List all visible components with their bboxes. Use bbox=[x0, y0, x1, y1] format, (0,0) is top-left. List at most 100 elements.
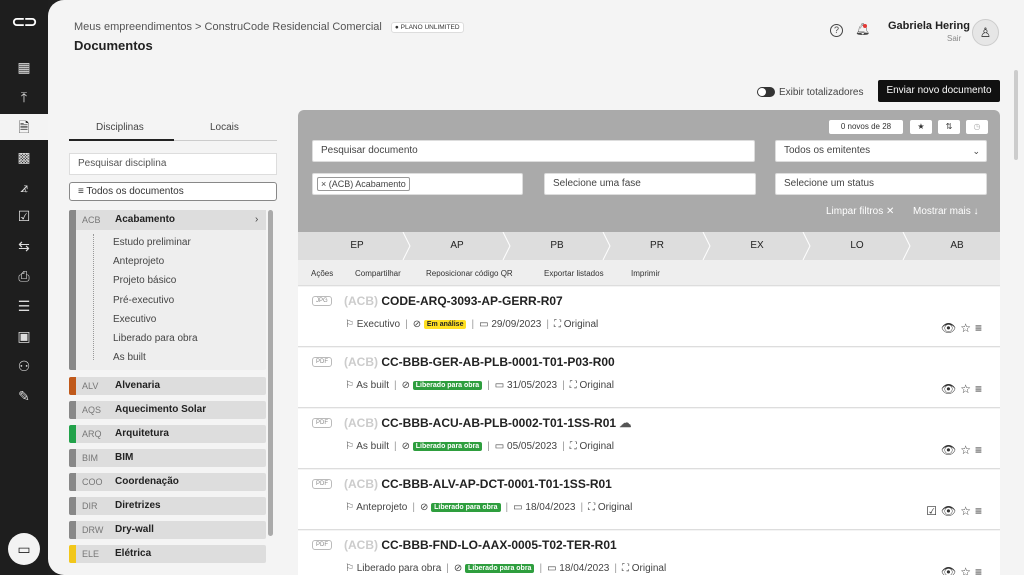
eye-icon[interactable]: 👁︎ bbox=[941, 565, 960, 575]
discipline-item[interactable]: DIR Diretrizes bbox=[69, 497, 266, 515]
clipboard-icon[interactable]: ☑ bbox=[926, 504, 941, 518]
version-icon: ⛶ bbox=[621, 563, 629, 574]
discipline-color bbox=[69, 449, 76, 467]
document-row[interactable]: PDF (ACB) CC-BBB-ALV-AP-DCT-0001-T01-1SS… bbox=[298, 470, 1000, 530]
phase-item[interactable]: As built bbox=[113, 352, 146, 363]
phase-item[interactable]: Estudo preliminar bbox=[113, 237, 191, 248]
document-code[interactable]: CC-BBB-FND-LO-AAX-0005-T02-TER-R01 bbox=[381, 538, 616, 552]
version-icon: ⛶ bbox=[588, 502, 596, 513]
logo-icon[interactable]: ⊂⊃ bbox=[10, 14, 38, 32]
share-button[interactable]: Compartilhar bbox=[355, 269, 401, 278]
star-icon[interactable]: ☆ bbox=[960, 382, 975, 396]
star-filter-icon[interactable]: ★ bbox=[910, 120, 932, 134]
menu-icon[interactable]: ≡ bbox=[975, 321, 986, 335]
discipline-item[interactable]: DRW Dry-wall bbox=[69, 521, 266, 539]
tab-active-indicator bbox=[69, 139, 174, 141]
menu-icon[interactable]: ≡ bbox=[975, 443, 986, 457]
calendar-small-icon: ▭ bbox=[494, 380, 505, 391]
pencil-icon[interactable]: ✎ bbox=[13, 386, 35, 406]
sort-icon[interactable]: ⇅ bbox=[938, 120, 960, 134]
export-button[interactable]: Exportar listados bbox=[544, 269, 604, 278]
actions-menu[interactable]: Ações bbox=[311, 269, 333, 278]
list-icon[interactable]: ☰ bbox=[13, 296, 35, 316]
discipline-code: ARQ bbox=[82, 429, 102, 439]
document-row[interactable]: JPG (ACB) CODE-ARQ-3093-AP-GERR-R07 ⚐ Ex… bbox=[298, 287, 1000, 347]
eye-icon[interactable]: 👁︎ bbox=[941, 443, 960, 457]
document-row[interactable]: PDF (ACB) CC-BBB-FND-LO-AAX-0005-T02-TER… bbox=[298, 531, 1000, 575]
page-title: Documentos bbox=[74, 38, 153, 53]
status-icon: ⊘ bbox=[401, 441, 410, 452]
phase-select[interactable]: Selecione uma fase bbox=[544, 173, 756, 195]
menu-icon[interactable]: ≡ bbox=[975, 382, 986, 396]
discipline-item[interactable]: ELE Elétrica bbox=[69, 545, 266, 563]
upload-icon[interactable]: ⤒ bbox=[13, 87, 35, 107]
print-icon[interactable]: ⎙ bbox=[13, 266, 35, 286]
print-button[interactable]: Imprimir bbox=[631, 269, 660, 278]
menu-icon[interactable]: ≡ bbox=[975, 565, 986, 575]
star-icon[interactable]: ☆ bbox=[960, 321, 975, 335]
star-icon[interactable]: ☆ bbox=[960, 565, 975, 575]
discipline-code: ALV bbox=[82, 381, 99, 391]
star-icon[interactable]: ☆ bbox=[960, 443, 975, 457]
document-code[interactable]: CC-BBB-ALV-AP-DCT-0001-T01-1SS-R01 bbox=[381, 477, 611, 491]
discipline-item[interactable]: COO Coordenação bbox=[69, 473, 266, 491]
totals-toggle[interactable] bbox=[757, 87, 775, 97]
tab-locations[interactable]: Locais bbox=[210, 122, 239, 133]
dashboard-icon[interactable]: ▦ bbox=[13, 57, 35, 77]
discipline-scrollbar[interactable] bbox=[268, 210, 273, 536]
eye-icon[interactable]: 👁︎ bbox=[941, 504, 960, 518]
phase-item[interactable]: Liberado para obra bbox=[113, 333, 198, 344]
reposition-qr-button[interactable]: Reposicionar código QR bbox=[426, 269, 513, 278]
discipline-item[interactable]: AQS Aquecimento Solar bbox=[69, 401, 266, 419]
discipline-item[interactable]: ALV Alvenaria bbox=[69, 377, 266, 395]
logout-link[interactable]: Sair bbox=[947, 34, 961, 43]
phase-item[interactable]: Pré-executivo bbox=[113, 295, 174, 306]
all-documents-button[interactable]: ≡ Todos os documentos bbox=[69, 182, 277, 201]
phase-item[interactable]: Projeto básico bbox=[113, 275, 176, 286]
documents-icon[interactable]: 🗎 bbox=[0, 114, 48, 140]
users-icon[interactable]: ⚇ bbox=[13, 356, 35, 376]
status-badge: Liberado para obra bbox=[431, 503, 501, 512]
document-code[interactable]: CC-BBB-ACU-AB-PLB-0002-T01-1SS-R01 bbox=[381, 416, 616, 430]
eye-icon[interactable]: 👁︎ bbox=[941, 321, 960, 335]
document-code[interactable]: CODE-ARQ-3093-AP-GERR-R07 bbox=[381, 294, 562, 308]
eye-icon[interactable]: 👁︎ bbox=[941, 382, 960, 396]
discipline-item[interactable]: BIM BIM bbox=[69, 449, 266, 467]
menu-icon[interactable]: ≡ bbox=[975, 504, 986, 518]
document-row[interactable]: PDF (ACB) CC-BBB-GER-AB-PLB-0001-T01-P03… bbox=[298, 348, 1000, 408]
avatar[interactable]: ♙ bbox=[972, 19, 999, 46]
clock-icon[interactable]: ◷ bbox=[966, 120, 988, 134]
tab-disciplines[interactable]: Disciplinas bbox=[96, 122, 144, 133]
document-code[interactable]: CC-BBB-GER-AB-PLB-0001-T01-P03-R00 bbox=[381, 355, 614, 369]
discipline-group-acb: ACB Acabamento › Estudo preliminar Antep… bbox=[69, 210, 266, 370]
document-search-input[interactable]: Pesquisar documento bbox=[312, 140, 755, 162]
send-document-button[interactable]: Enviar novo documento bbox=[878, 80, 1000, 102]
sync-icon[interactable]: ⇆ bbox=[13, 236, 35, 256]
qr-icon[interactable]: ▩ bbox=[13, 147, 35, 167]
phase-item[interactable]: Anteprojeto bbox=[113, 256, 164, 267]
discipline-filter-input[interactable]: × (ACB) Acabamento bbox=[312, 173, 523, 195]
discipline-color bbox=[69, 545, 76, 563]
chart-icon[interactable]: ⦨ bbox=[13, 177, 35, 197]
checklist-icon[interactable]: ☑ bbox=[13, 206, 35, 226]
discipline-search-input[interactable]: Pesquisar disciplina bbox=[69, 153, 277, 175]
phase-item[interactable]: Executivo bbox=[113, 314, 156, 325]
document-row[interactable]: PDF (ACB) CC-BBB-ACU-AB-PLB-0002-T01-1SS… bbox=[298, 409, 1000, 469]
discipline-name: Aquecimento Solar bbox=[115, 404, 207, 415]
chat-icon[interactable]: ▭ bbox=[8, 533, 40, 565]
calendar-icon[interactable]: ▣ bbox=[13, 326, 35, 346]
discipline-code: BIM bbox=[82, 453, 99, 463]
show-more-button[interactable]: Mostrar mais ↓ bbox=[913, 206, 979, 217]
clear-filters-button[interactable]: Limpar filtros ✕ bbox=[826, 206, 894, 217]
discipline-filter-chip[interactable]: × (ACB) Acabamento bbox=[317, 177, 410, 191]
chevron-right-icon[interactable]: › bbox=[255, 214, 258, 225]
status-select[interactable]: Selecione um status bbox=[775, 173, 987, 195]
page-scrollbar[interactable] bbox=[1014, 70, 1018, 160]
breadcrumb-text[interactable]: Meus empreendimentos > ConstruCode Resid… bbox=[74, 21, 382, 33]
new-count-badge[interactable]: 0 novos de 28 bbox=[829, 120, 903, 134]
emitters-select[interactable]: Todos os emitentes ⌄ bbox=[775, 140, 987, 162]
document-phase: Executivo bbox=[356, 319, 401, 330]
star-icon[interactable]: ☆ bbox=[960, 504, 975, 518]
help-icon[interactable]: ? bbox=[830, 24, 843, 37]
discipline-item[interactable]: ARQ Arquitetura bbox=[69, 425, 266, 443]
